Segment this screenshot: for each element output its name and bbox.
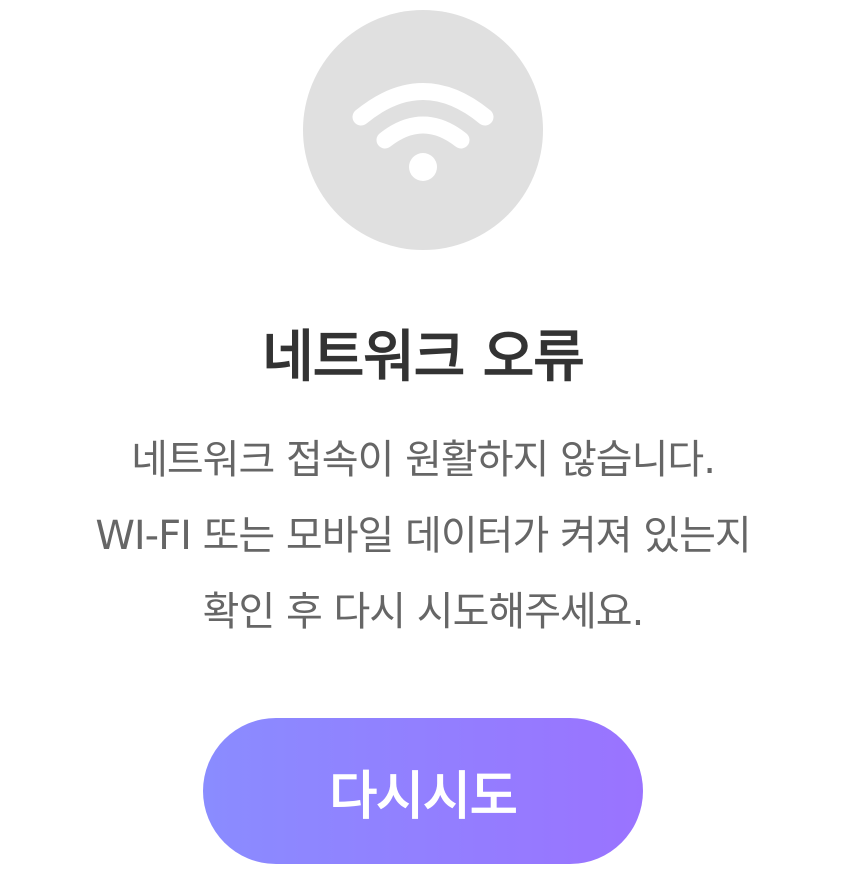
wifi-icon-container [303,10,543,250]
error-title: 네트워크 오류 [262,325,585,390]
network-error-screen: 네트워크 오류 네트워크 접속이 원활하지 않습니다. WI-FI 또는 모바일… [0,0,846,878]
wifi-icon [352,83,494,181]
error-message-line-3: 확인 후 다시 시도해주세요. [202,589,645,635]
retry-button[interactable]: 다시시도 [203,718,643,864]
error-message: 네트워크 접속이 원활하지 않습니다. WI-FI 또는 모바일 데이터가 켜져… [0,422,846,650]
error-message-line-2: WI-FI 또는 모바일 데이터가 켜져 있는지 [95,513,751,559]
error-message-line-1: 네트워크 접속이 원활하지 않습니다. [131,437,716,483]
